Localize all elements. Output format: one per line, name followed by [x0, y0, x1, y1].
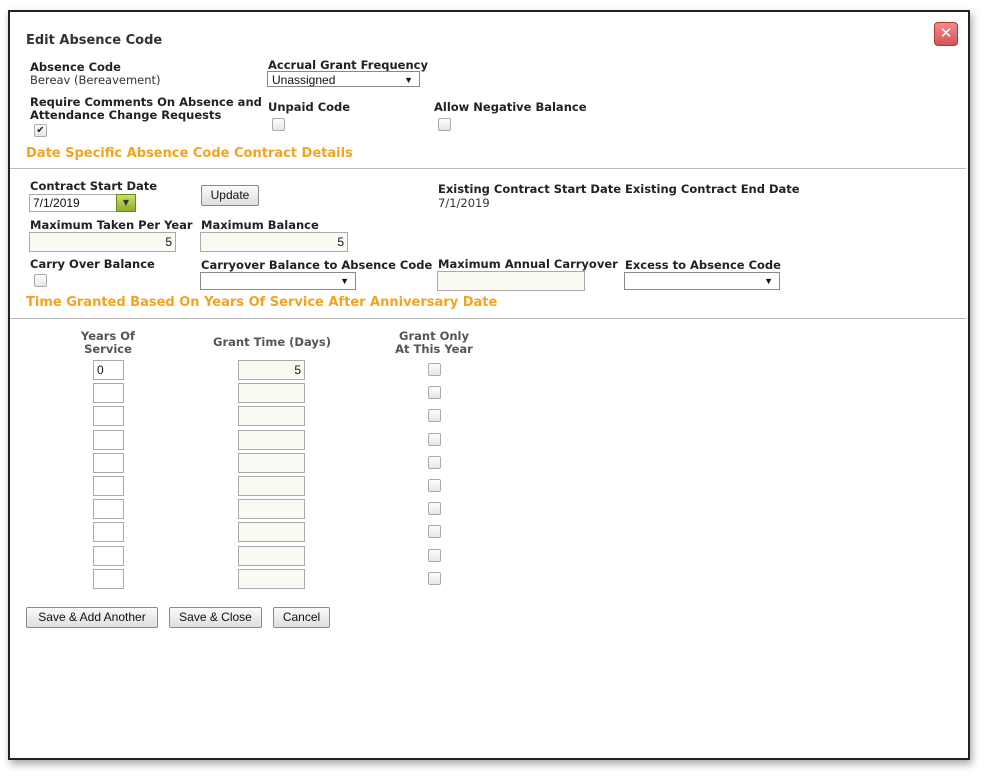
grant-time-input[interactable]	[238, 545, 305, 566]
grant-only-checkbox[interactable]	[428, 548, 441, 562]
carry-over-balance-label: Carry Over Balance	[30, 257, 155, 271]
existing-contract-start-value: 7/1/2019	[438, 196, 490, 210]
grant-time-input[interactable]	[238, 383, 305, 404]
cancel-button[interactable]: Cancel	[273, 607, 330, 628]
excess-to-code-label: Excess to Absence Code	[625, 258, 781, 272]
years-of-service-input[interactable]	[93, 568, 124, 589]
grant-time-header: Grant Time (Days)	[213, 335, 331, 349]
chevron-down-icon: ▼	[340, 276, 349, 286]
edit-absence-code-dialog	[8, 10, 970, 760]
grant-time-input[interactable]	[238, 406, 305, 427]
allow-negative-balance-label: Allow Negative Balance	[434, 100, 587, 114]
require-comments-checkbox[interactable]: ✔	[34, 124, 47, 137]
save-add-another-button[interactable]: Save & Add Another	[26, 607, 158, 628]
max-taken-per-year-input[interactable]: 5	[29, 232, 176, 252]
grant-time-input[interactable]	[238, 452, 305, 473]
grant-only-checkbox[interactable]	[428, 479, 441, 492]
close-icon[interactable]: ✕	[934, 22, 958, 46]
max-taken-per-year-label: Maximum Taken Per Year	[30, 218, 193, 232]
grant-only-checkbox[interactable]	[428, 571, 441, 585]
grant-time-input[interactable]: 5	[238, 360, 305, 380]
years-of-service-input[interactable]	[93, 476, 124, 496]
years-of-service-input[interactable]	[93, 452, 124, 473]
grant-only-checkbox[interactable]	[428, 386, 441, 400]
section-divider	[10, 168, 966, 169]
accrual-grant-frequency-select[interactable]: Unassigned ▼	[267, 71, 420, 87]
years-of-service-input[interactable]: 0	[93, 360, 124, 380]
allow-negative-balance-checkbox[interactable]	[438, 118, 451, 131]
section-divider	[10, 318, 966, 319]
save-close-button[interactable]: Save & Close	[169, 607, 262, 628]
years-of-service-header: Years Of Service	[68, 330, 148, 356]
accrual-grant-frequency-value: Unassigned	[272, 73, 336, 87]
carryover-to-code-select[interactable]: ▼	[200, 272, 356, 290]
years-of-service-input[interactable]	[93, 499, 124, 520]
grant-only-checkbox[interactable]	[428, 432, 441, 446]
max-balance-input[interactable]: 5	[200, 232, 348, 252]
grant-time-input[interactable]	[238, 429, 305, 450]
checkmark-icon: ✔	[36, 125, 45, 136]
contract-details-section-title: Date Specific Absence Code Contract Deta…	[26, 146, 353, 161]
chevron-down-icon: ▼	[404, 75, 413, 85]
calendar-icon[interactable]: ▼	[116, 194, 136, 212]
existing-contract-start-label: Existing Contract Start Date	[438, 182, 622, 196]
grant-only-checkbox[interactable]	[428, 525, 441, 539]
max-balance-label: Maximum Balance	[201, 218, 319, 232]
grant-only-checkbox[interactable]	[428, 409, 441, 423]
contract-start-date-input[interactable]: 7/1/2019	[29, 194, 121, 212]
max-annual-carryover-input[interactable]	[437, 271, 585, 291]
years-of-service-header-line2: Service	[84, 342, 132, 356]
years-of-service-input[interactable]	[93, 383, 124, 404]
unpaid-code-label: Unpaid Code	[268, 100, 351, 114]
max-annual-carryover-label: Maximum Annual Carryover	[438, 257, 618, 271]
grant-only-header-line2: At This Year	[395, 342, 473, 356]
existing-contract-end-label: Existing Contract End Date	[625, 182, 800, 196]
carry-over-balance-checkbox[interactable]	[34, 274, 47, 287]
grant-time-input[interactable]	[238, 499, 305, 520]
absence-code-value: Bereav (Bereavement)	[30, 73, 161, 87]
grant-only-checkbox[interactable]	[428, 363, 441, 376]
grant-time-input[interactable]	[238, 522, 305, 543]
time-granted-section-title: Time Granted Based On Years Of Service A…	[26, 295, 498, 310]
grant-time-input[interactable]	[238, 568, 305, 589]
carryover-to-code-label: Carryover Balance to Absence Code	[201, 258, 433, 272]
update-button[interactable]: Update	[201, 185, 259, 206]
chevron-down-icon: ▼	[764, 276, 773, 286]
grant-time-input[interactable]	[238, 476, 305, 496]
excess-to-code-select[interactable]: ▼	[624, 272, 780, 290]
years-of-service-input[interactable]	[93, 429, 124, 450]
grant-only-header: Grant Only At This Year	[384, 330, 484, 356]
years-of-service-input[interactable]	[93, 522, 124, 543]
contract-start-date-label: Contract Start Date	[30, 179, 158, 193]
years-of-service-input[interactable]	[93, 406, 124, 427]
unpaid-code-checkbox[interactable]	[272, 118, 285, 131]
dialog-title: Edit Absence Code	[26, 33, 163, 48]
grant-only-checkbox[interactable]	[428, 455, 441, 469]
grant-only-checkbox[interactable]	[428, 502, 441, 516]
require-comments-label-line2: Attendance Change Requests	[30, 108, 222, 122]
years-of-service-input[interactable]	[93, 545, 124, 566]
require-comments-label: Require Comments On Absence and Attendan…	[30, 96, 262, 122]
